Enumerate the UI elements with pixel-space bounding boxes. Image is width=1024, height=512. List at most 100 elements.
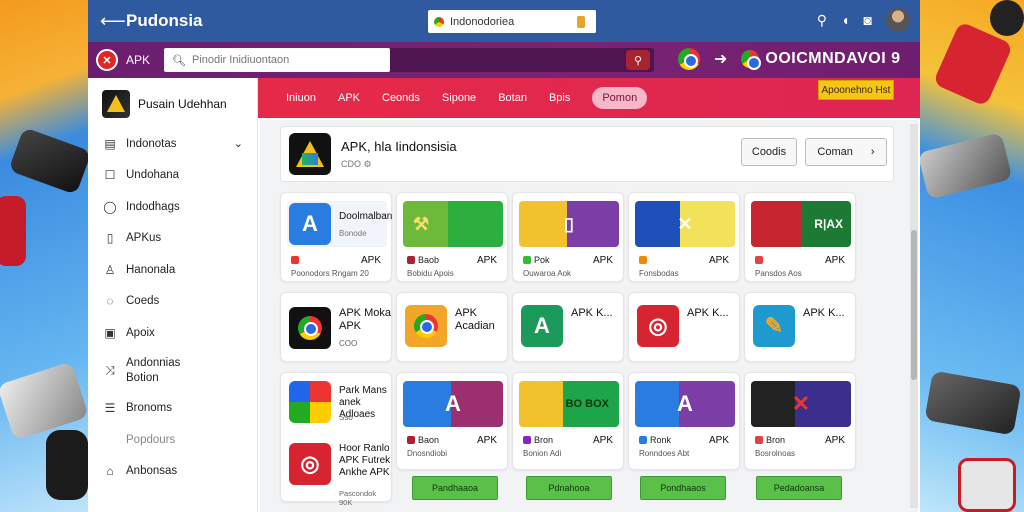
sidebar-item-apkus[interactable]: ▯ APKus — [88, 223, 257, 255]
card-tag: APK — [592, 435, 613, 446]
app-card[interactable]: APK Acadian — [396, 292, 508, 362]
chrome-icon — [405, 305, 447, 347]
app-card[interactable]: A Baon APK Dnosndiobi — [396, 372, 508, 470]
card-name — [755, 255, 766, 265]
sidebar-item-label: Apoix — [126, 326, 155, 339]
category-tab[interactable]: Bpis — [549, 92, 570, 104]
search-button[interactable]: ⚲ — [626, 50, 650, 70]
sidebar-item-hanonala[interactable]: ♙ Hanonala — [88, 254, 257, 286]
sidebar-item-indodhags[interactable]: ◯ Indodhags — [88, 191, 257, 223]
app-store-glyph: A — [302, 211, 318, 236]
app-card[interactable]: ✕ Bron APK Bosrolnoas — [744, 372, 856, 470]
chat-icon: ◯ — [103, 199, 117, 214]
home-icon: ⌂ — [106, 464, 114, 479]
category-tab[interactable]: Botan — [498, 92, 527, 104]
app-card[interactable]: R|AX APK Pansdos Aos — [744, 192, 856, 282]
card-tag: APK — [824, 435, 845, 446]
scrollbar[interactable] — [910, 124, 918, 508]
app-card[interactable]: A APK K... — [512, 292, 624, 362]
card-meta: Bobidu Apois — [407, 269, 454, 278]
search-input[interactable] — [191, 54, 372, 66]
green-action-button[interactable]: Pedadoansa — [756, 476, 842, 500]
card-image: A Doolmalban Bonode — [287, 201, 392, 247]
sidebar-item-bronoms[interactable]: ☰ Bronoms — [88, 393, 257, 425]
card-image: R|AX — [751, 201, 851, 247]
app-glyph: ✎ — [764, 313, 784, 338]
app-card[interactable]: A Ronk APK Ronndoes Abt — [628, 372, 740, 470]
category-tab[interactable]: Sipone — [442, 92, 476, 104]
card-image: ✕ — [635, 201, 735, 247]
sidebar-item-label: Indonotas — [126, 137, 177, 150]
settings-icon[interactable]: ◙ — [864, 12, 872, 28]
chrome-icon[interactable] — [678, 48, 700, 70]
app-card[interactable]: ⚒ Baob APK Bobidu Apois — [396, 192, 508, 282]
tool-icon: ⚒ — [413, 213, 430, 234]
category-tab-active[interactable]: Pomon — [592, 87, 648, 109]
sidebar: Pusain Udehhan ▤ Indonotas ⌄ ☐ Undohana ◯ In… — [88, 78, 258, 512]
coodis-button[interactable]: Coodis — [741, 138, 797, 166]
forward-arrow-icon[interactable]: ➜ — [714, 49, 727, 69]
notification-icon[interactable]: ◖ — [841, 12, 849, 28]
app-window: ⟵ Pudonsia Indonodoriea ✕ ⚲ ◖ ◙ ✕ APK 🔍︎… — [88, 0, 920, 512]
apk-logo-icon[interactable]: ✕ — [96, 49, 118, 71]
card-subtitle: COO — [339, 339, 358, 348]
avatar[interactable] — [886, 8, 910, 32]
card-name: Bron — [755, 435, 785, 445]
sidebar-item-andonnias[interactable]: ⤨ Andonnias Botion — [88, 349, 257, 393]
card-image: ⚒ — [403, 201, 503, 247]
lock-icon — [755, 436, 763, 444]
sidebar-item-label: Andonnias Botion — [126, 356, 181, 384]
app-logo-icon — [102, 90, 130, 118]
sidebar-item-anbonsas[interactable]: ⌂ Anbonsas — [88, 456, 257, 488]
tab-extension-button[interactable] — [566, 10, 596, 33]
app-card[interactable]: BO BOX Bron APK Bonion Adi — [512, 372, 624, 470]
app-card[interactable]: APK Moka APK COO — [280, 292, 392, 362]
category-tab[interactable]: Ceonds — [382, 92, 420, 104]
category-tab[interactable]: Iniuon — [286, 92, 316, 104]
app-card[interactable]: ✎ APK K... — [744, 292, 856, 362]
green-action-button[interactable]: Pdnahooa — [526, 476, 612, 500]
scrollbar-thumb[interactable] — [911, 230, 917, 380]
sidebar-header-label: Pusain Udehhan — [138, 97, 227, 111]
app-glyph: ◎ — [300, 451, 320, 476]
app-card[interactable]: ◎ APK K... — [628, 292, 740, 362]
sidebar-item-label: Undohana — [126, 169, 180, 182]
card-subtitle: Sso — [339, 413, 353, 422]
search-icon: ⚲ — [633, 54, 643, 67]
chevron-right-icon: › — [870, 146, 875, 158]
app-card[interactable]: ✕ APK Fonsbodas — [628, 192, 740, 282]
card-meta: Pansdos Aos — [755, 269, 802, 278]
sidebar-item-label: Indodhags — [126, 200, 180, 213]
card-tag: APK — [476, 435, 497, 446]
card-meta: Dnosndiobi — [407, 449, 448, 458]
app-glyph: A — [445, 391, 461, 416]
app-card[interactable]: Park Mans anek Adloaes Sso ◎ Hoor Ranlo … — [280, 372, 392, 507]
card-image: A — [403, 381, 503, 427]
app-card[interactable]: ▯ Pok APK Ouwaroa Aok — [512, 192, 624, 282]
sidebar-item-coeds[interactable]: ◌ Coeds — [88, 286, 257, 318]
chrome-logo — [414, 314, 438, 338]
green-action-button[interactable]: Pondhaaos — [640, 476, 726, 500]
app-glyph: ✕ — [791, 391, 811, 416]
category-tab[interactable]: APK — [338, 92, 360, 104]
sidebar-item-apoix[interactable]: ▣ Apoix — [88, 317, 257, 349]
back-arrow-icon[interactable]: ⟵ — [100, 11, 126, 32]
app-card[interactable]: A Doolmalban Bonode APK Poonodors Rngam … — [280, 192, 392, 282]
card-name-text: Bron — [766, 435, 786, 445]
sidebar-item-popdours[interactable]: Popdours — [88, 424, 257, 456]
lock-icon — [407, 436, 415, 444]
card-name-text: Pok — [534, 255, 550, 265]
coman-button[interactable]: Coman › — [805, 138, 887, 166]
hero-subtitle: CDO ⚙ — [341, 159, 457, 170]
sidebar-item-undohana[interactable]: ☐ Undohana — [88, 160, 257, 192]
phone-icon: ▯ — [564, 213, 574, 234]
search-box[interactable]: 🔍︎ — [164, 48, 391, 72]
nav-right: ➜ OOICMNDAVOI 9 — [678, 48, 901, 70]
card-meta: Bosrolnoas — [755, 449, 796, 458]
green-action-button[interactable]: Pandhaaoa — [412, 476, 498, 500]
category-badge[interactable]: Apoonehno Hst — [818, 80, 894, 100]
card-title: APK K... — [687, 307, 729, 319]
sidebar-item-indonotas[interactable]: ▤ Indonotas ⌄ — [88, 128, 257, 160]
card-title: Hoor Ranlo APK Futrek Ankhe APK — [339, 443, 391, 478]
link-icon[interactable]: ⚲ — [817, 12, 827, 29]
